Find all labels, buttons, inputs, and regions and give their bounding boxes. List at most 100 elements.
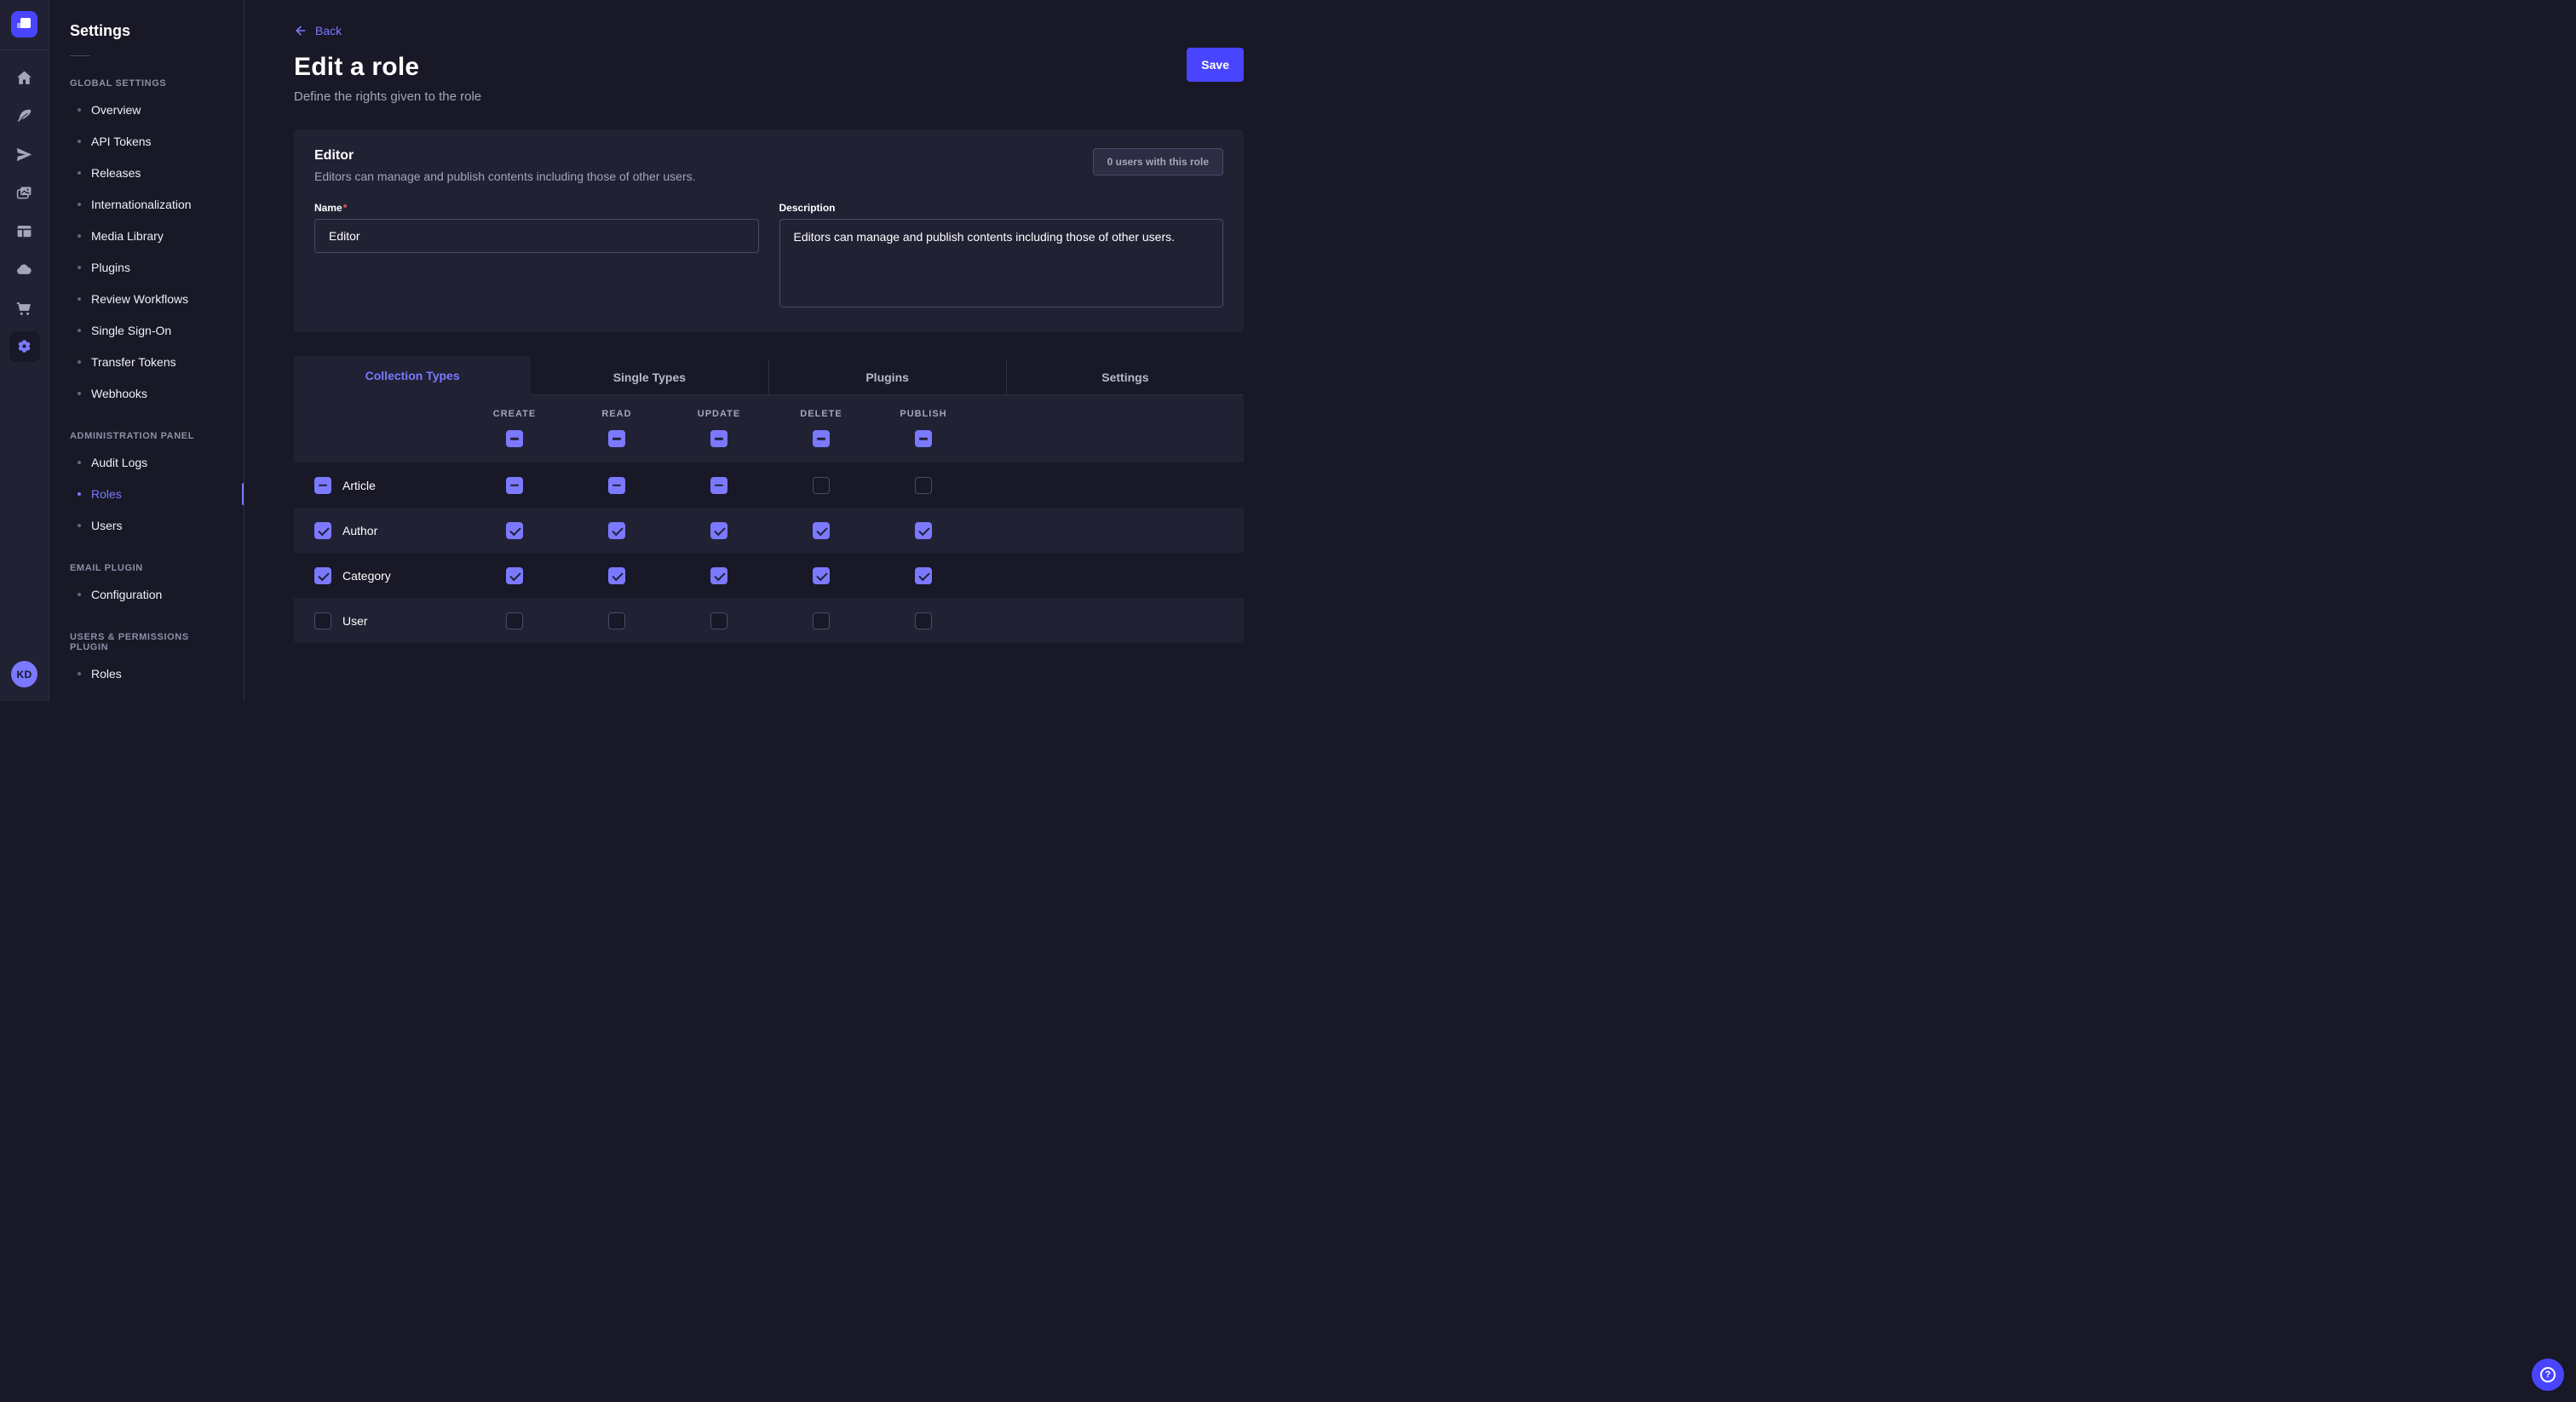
settings-subnav: Settings GLOBAL SETTINGSOverviewAPI Toke… [49,0,244,701]
nav-item-roles[interactable]: Roles [49,478,244,509]
nav-item-api-tokens[interactable]: API Tokens [49,125,244,157]
nav-item-transfer-tokens[interactable]: Transfer Tokens [49,346,244,377]
nav-item-single-sign-on[interactable]: Single Sign-On [49,314,244,346]
category-row-checkbox[interactable] [314,567,331,584]
perm-row-article: Article [294,463,1244,508]
perm-cell [872,477,975,494]
role-info-card: Editor Editors can manage and publish co… [294,129,1244,332]
nav-item-label: Single Sign-On [91,324,171,337]
article-publish-checkbox[interactable] [915,477,932,494]
perm-cell [566,477,668,494]
bullet-icon [78,140,81,143]
category-publish-checkbox[interactable] [915,567,932,584]
author-update-checkbox[interactable] [710,522,727,539]
user-publish-checkbox[interactable] [915,612,932,629]
home-icon [15,69,33,87]
rail-item-media-library[interactable] [9,178,40,209]
user-create-checkbox[interactable] [506,612,523,629]
rail-item-deploy[interactable] [9,140,40,170]
subnav-title: Settings [49,0,244,40]
perm-row-author: Author [294,508,1244,553]
required-asterisk: * [343,202,348,214]
category-delete-checkbox[interactable] [813,567,830,584]
rail-item-content[interactable] [9,101,40,132]
category-update-checkbox[interactable] [710,567,727,584]
perm-cell [566,567,668,584]
nav-item-releases[interactable]: Releases [49,157,244,188]
select-all-publish-checkbox[interactable] [915,430,932,447]
tab-settings[interactable]: Settings [1006,359,1244,395]
article-update-checkbox[interactable] [710,477,727,494]
category-create-checkbox[interactable] [506,567,523,584]
tab-single-types[interactable]: Single Types [531,359,768,395]
nav-item-review-workflows[interactable]: Review Workflows [49,283,244,314]
nav-section: USERS & PERMISSIONS PLUGIN Roles Providers [49,632,244,701]
user-delete-checkbox[interactable] [813,612,830,629]
name-input[interactable] [314,219,759,253]
bullet-icon [78,297,81,301]
select-all-create-checkbox[interactable] [506,430,523,447]
permissions-table: CREATEREADUPDATEDELETEPUBLISH ArticleAut… [294,395,1244,643]
article-create-checkbox[interactable] [506,477,523,494]
user-row-checkbox[interactable] [314,612,331,629]
category-read-checkbox[interactable] [608,567,625,584]
select-all-update-checkbox[interactable] [710,430,727,447]
nav-item-providers[interactable]: Providers [49,689,244,701]
users-with-role-button[interactable]: 0 users with this role [1093,148,1223,175]
description-textarea[interactable]: Editors can manage and publish contents … [779,219,1224,307]
nav-item-label: Providers [91,698,141,702]
rail-item-content-manager[interactable] [9,216,40,247]
nav-section-label: ADMINISTRATION PANEL [49,431,244,441]
perm-column-label: UPDATE [698,409,740,419]
nav-item-label: Media Library [91,229,164,243]
author-read-checkbox[interactable] [608,522,625,539]
article-delete-checkbox[interactable] [813,477,830,494]
nav-section-label: USERS & PERMISSIONS PLUGIN [49,632,244,652]
rail-item-home[interactable] [9,63,40,94]
nav-item-label: Configuration [91,588,162,601]
author-publish-checkbox[interactable] [915,522,932,539]
tab-collection-types[interactable]: Collection Types [294,356,531,395]
author-row-checkbox[interactable] [314,522,331,539]
rail-item-marketplace[interactable] [9,293,40,324]
back-link[interactable]: Back [294,24,342,37]
nav-item-webhooks[interactable]: Webhooks [49,377,244,409]
bullet-icon [78,234,81,238]
nav-item-internationalization[interactable]: Internationalization [49,188,244,220]
bullet-icon [78,329,81,332]
user-update-checkbox[interactable] [710,612,727,629]
bullet-icon [78,593,81,596]
select-all-read-checkbox[interactable] [608,430,625,447]
select-all-delete-checkbox[interactable] [813,430,830,447]
media-library-icon [15,184,33,202]
nav-item-media-library[interactable]: Media Library [49,220,244,251]
article-row-checkbox[interactable] [314,477,331,494]
nav-item-users[interactable]: Users [49,509,244,541]
author-delete-checkbox[interactable] [813,522,830,539]
rail-item-cloud[interactable] [9,255,40,285]
save-button[interactable]: Save [1187,48,1244,82]
avatar[interactable]: KD [11,661,37,687]
nav-item-configuration[interactable]: Configuration [49,578,244,610]
strapi-logo-link[interactable] [0,0,49,50]
help-button[interactable]: ? [2532,1359,2564,1391]
permissions-table-body: ArticleAuthorCategoryUser [294,463,1244,643]
role-name-heading: Editor [314,148,696,164]
perm-column-publish: PUBLISH [872,409,975,447]
nav-item-roles[interactable]: Roles [49,658,244,689]
user-read-checkbox[interactable] [608,612,625,629]
bullet-icon [78,672,81,675]
author-create-checkbox[interactable] [506,522,523,539]
rail-item-settings[interactable] [9,331,40,362]
tab-plugins[interactable]: Plugins [768,359,1006,395]
strapi-logo-icon [11,11,37,37]
perm-column-label: PUBLISH [900,409,946,419]
perm-column-create: CREATE [463,409,566,447]
perm-column-label: DELETE [800,409,842,419]
nav-item-audit-logs[interactable]: Audit Logs [49,446,244,478]
bullet-icon [78,461,81,464]
article-read-checkbox[interactable] [608,477,625,494]
nav-item-plugins[interactable]: Plugins [49,251,244,283]
nav-item-overview[interactable]: Overview [49,94,244,125]
nav-item-label: Roles [91,667,122,681]
